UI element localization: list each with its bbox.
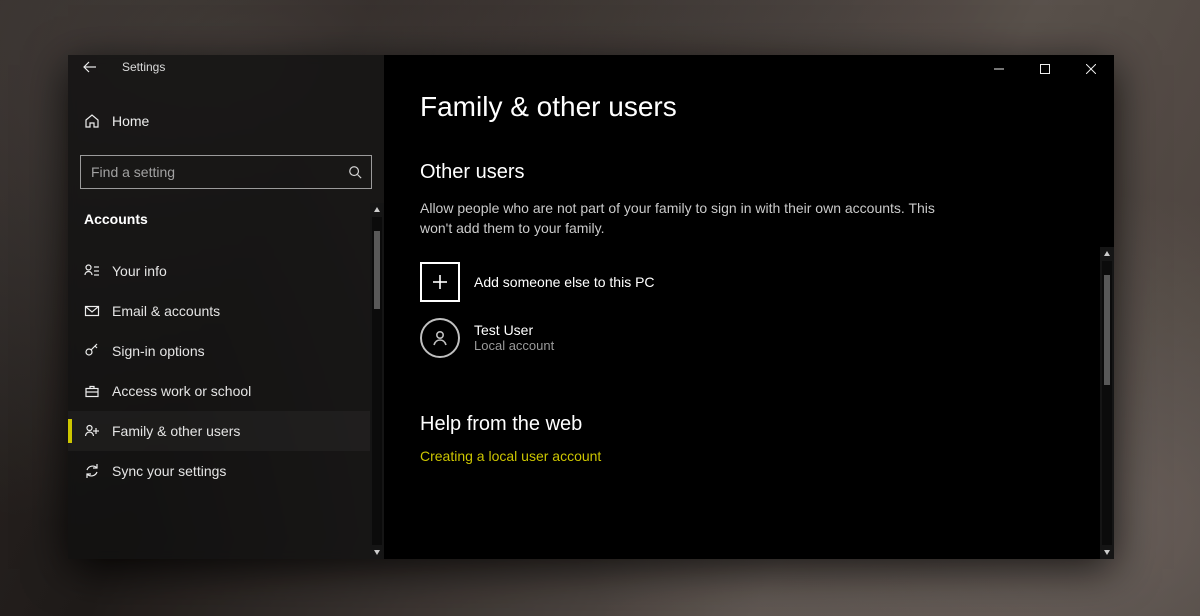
content-scroll-area: Other users Allow people who are not par… [384,151,1114,559]
add-user-button[interactable]: Add someone else to this PC [384,253,1100,311]
sidebar-item-family-other-users[interactable]: Family & other users [68,411,384,451]
user-meta: Test User Local account [474,322,554,353]
sidebar-item-label: Sign-in options [112,343,205,359]
search-icon [348,165,362,179]
content-inner: Other users Allow people who are not par… [384,151,1100,559]
close-button[interactable] [1068,55,1114,83]
minimize-button[interactable] [976,55,1022,83]
maximize-icon [1040,64,1050,74]
scrollbar-track[interactable] [372,217,382,545]
sidebar-scrollbar[interactable] [370,203,384,559]
scrollbar-up-icon[interactable] [370,203,384,217]
maximize-button[interactable] [1022,55,1068,83]
sidebar-item-label: Email & accounts [112,303,220,319]
home-label: Home [112,113,149,129]
sidebar-item-access-work-or-school[interactable]: Access work or school [68,371,384,411]
help-link[interactable]: Creating a local user account [384,446,1100,468]
sync-icon [84,463,112,479]
scrollbar-down-icon[interactable] [370,545,384,559]
avatar-icon [420,318,460,358]
arrow-left-icon [82,59,98,75]
help-heading: Help from the web [384,403,1100,446]
person-lines-icon [84,263,112,279]
sidebar-item-sync-your-settings[interactable]: Sync your settings [68,451,384,491]
search-wrap [80,155,372,189]
add-user-label: Add someone else to this PC [474,274,655,290]
desktop-background: Settings Home Accoun [0,0,1200,616]
sidebar-nav-list: Your info Email & accounts Sign-in options… [68,251,384,491]
sidebar-item-label: Sync your settings [112,463,226,479]
scrollbar-track[interactable] [1102,261,1112,545]
search-input[interactable] [80,155,372,189]
user-account-row[interactable]: Test User Local account [384,311,1100,365]
people-plus-icon [84,423,112,439]
sidebar-item-your-info[interactable]: Your info [68,251,384,291]
sidebar-item-label: Your info [112,263,167,279]
sidebar: Settings Home Accoun [68,55,384,559]
briefcase-icon [84,383,112,399]
scrollbar-up-icon[interactable] [1100,247,1114,261]
sidebar-item-email-accounts[interactable]: Email & accounts [68,291,384,331]
help-section: Help from the web Creating a local user … [384,365,1100,468]
back-button[interactable] [82,59,116,75]
window-title: Settings [116,60,165,74]
user-name: Test User [474,322,554,338]
scrollbar-down-icon[interactable] [1100,545,1114,559]
sidebar-item-label: Family & other users [112,423,240,439]
minimize-icon [994,64,1004,74]
settings-window: Settings Home Accoun [68,55,1114,559]
user-account-type: Local account [474,338,554,353]
sidebar-section-label: Accounts [68,199,384,233]
scrollbar-thumb[interactable] [1104,275,1110,385]
home-icon [84,113,112,129]
mail-icon [84,303,112,319]
close-icon [1086,64,1096,74]
other-users-list: Test User Local account [384,311,1100,365]
sidebar-item-sign-in-options[interactable]: Sign-in options [68,331,384,371]
content-pane: Family & other users Other users Allow p… [384,55,1114,559]
window-controls [976,55,1114,83]
help-links-list: Creating a local user account [384,446,1100,468]
titlebar: Settings [68,55,384,79]
home-nav[interactable]: Home [68,101,384,141]
scrollbar-thumb[interactable] [374,231,380,309]
sidebar-item-label: Access work or school [112,383,251,399]
other-users-heading: Other users [384,151,1100,194]
plus-icon [420,262,460,302]
key-icon [84,343,112,359]
other-users-description: Allow people who are not part of your fa… [384,194,1100,253]
content-scrollbar[interactable] [1100,247,1114,559]
